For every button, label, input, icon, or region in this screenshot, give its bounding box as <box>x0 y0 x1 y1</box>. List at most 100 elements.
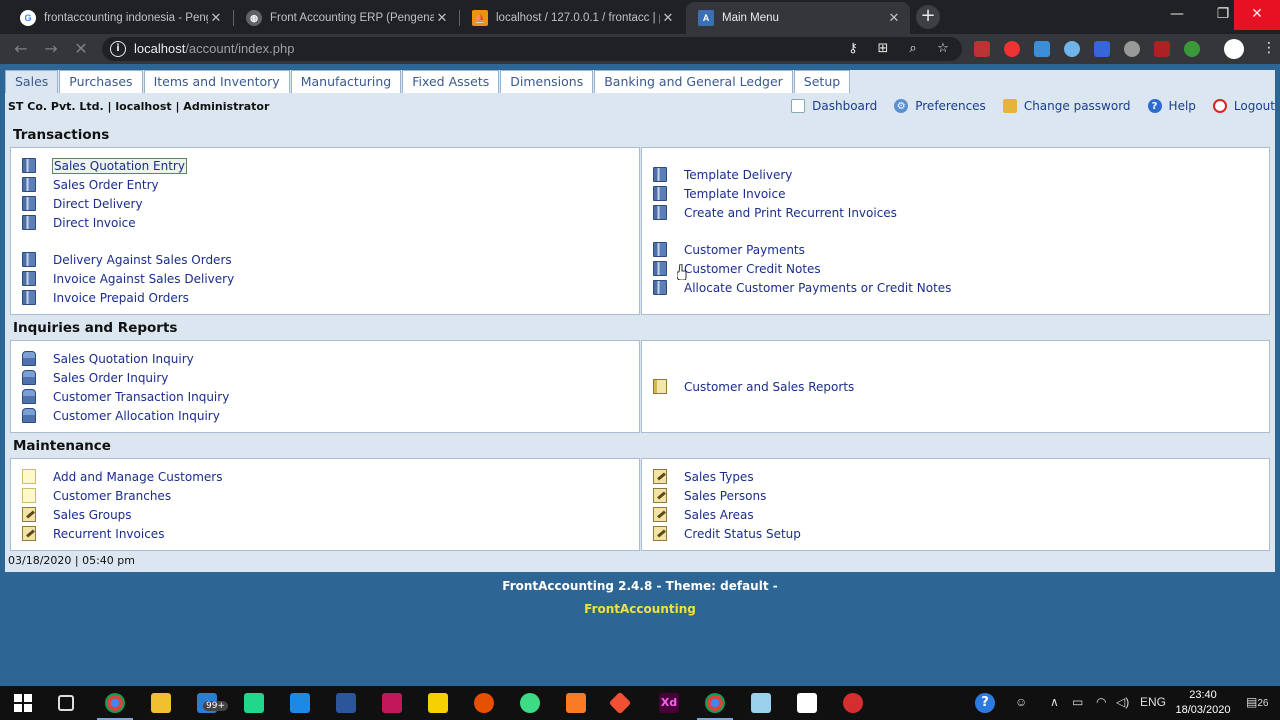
menu-tab-fixed-assets[interactable]: Fixed Assets <box>402 70 500 93</box>
info-icon[interactable]: i <box>110 41 126 57</box>
shield-icon[interactable] <box>797 693 817 713</box>
link-sales-persons[interactable]: Sales Persons <box>653 488 766 503</box>
reload-icon[interactable]: ✕ <box>70 39 92 61</box>
document-icon <box>653 280 667 295</box>
logout-link[interactable]: Logout <box>1212 99 1275 113</box>
browser-tab-1[interactable]: G frontaccounting indonesia - Peng ✕ <box>8 2 232 34</box>
link-invoice-against-sales-delivery[interactable]: Invoice Against Sales Delivery <box>22 271 234 286</box>
key-icon[interactable]: ⚷ <box>845 41 861 57</box>
browser-tab-2[interactable]: ◍ Front Accounting ERP (Pengenala ✕ <box>234 2 458 34</box>
link-template-invoice[interactable]: Template Invoice <box>653 186 785 201</box>
vscode-icon[interactable] <box>290 693 310 713</box>
link-delivery-against-sales-orders[interactable]: Delivery Against Sales Orders <box>22 252 232 267</box>
record-icon[interactable] <box>843 693 863 713</box>
windows-start-icon[interactable] <box>13 693 33 713</box>
eyedropper-extension-icon[interactable] <box>1034 41 1050 57</box>
language-indicator[interactable]: ENG <box>1140 695 1166 709</box>
pycharm-icon[interactable] <box>244 693 264 713</box>
help-link[interactable]: ? Help <box>1147 99 1196 113</box>
android-studio-icon[interactable] <box>520 693 540 713</box>
task-view-icon[interactable] <box>58 695 74 711</box>
link-sales-order-inquiry[interactable]: Sales Order Inquiry <box>22 370 168 385</box>
wifi-icon[interactable]: ◠ <box>1096 695 1106 709</box>
git-icon[interactable] <box>608 691 632 715</box>
link-create-print-recurrent-invoices[interactable]: Create and Print Recurrent Invoices <box>653 205 897 220</box>
link-sales-types[interactable]: Sales Types <box>653 469 754 484</box>
people-icon[interactable]: ☺ <box>1015 695 1027 709</box>
zoom-icon[interactable]: ⌕ <box>905 41 921 57</box>
intellij-icon[interactable] <box>382 693 402 713</box>
close-tab-icon[interactable]: ✕ <box>660 10 676 26</box>
link-template-delivery[interactable]: Template Delivery <box>653 167 792 182</box>
link-sales-groups[interactable]: Sales Groups <box>22 507 132 522</box>
menu-tab-items-inventory[interactable]: Items and Inventory <box>143 70 290 93</box>
link-allocate-customer-payments[interactable]: Allocate Customer Payments or Credit Not… <box>653 280 951 295</box>
browser-tab-3[interactable]: ⛵ localhost / 127.0.0.1 / frontacc | p ✕ <box>460 2 684 34</box>
chrome-menu-icon[interactable]: ⋮ <box>1262 41 1278 57</box>
link-sales-quotation-entry[interactable]: Sales Quotation Entry <box>22 157 187 174</box>
close-tab-icon[interactable]: ✕ <box>208 10 224 26</box>
link-add-manage-customers[interactable]: Add and Manage Customers <box>22 469 222 484</box>
minimize-button[interactable]: — <box>1154 0 1200 30</box>
footer-link[interactable]: FrontAccounting <box>0 602 1280 616</box>
chrome-active-taskbar-icon[interactable] <box>697 693 733 720</box>
menu-tab-dimensions[interactable]: Dimensions <box>500 70 594 93</box>
link-sales-areas[interactable]: Sales Areas <box>653 507 754 522</box>
link-customer-branches[interactable]: Customer Branches <box>22 488 171 503</box>
link-customer-sales-reports[interactable]: Customer and Sales Reports <box>653 379 854 394</box>
bookmark-star-icon[interactable]: ☆ <box>935 41 951 57</box>
menu-tab-manufacturing[interactable]: Manufacturing <box>290 70 402 93</box>
link-invoice-prepaid-orders[interactable]: Invoice Prepaid Orders <box>22 290 189 305</box>
link-direct-delivery[interactable]: Direct Delivery <box>22 196 143 211</box>
close-tab-icon[interactable]: ✕ <box>886 10 902 26</box>
back-icon[interactable]: ← <box>10 39 32 61</box>
link-customer-payments[interactable]: Customer Payments <box>653 242 805 257</box>
sticky-notes-icon[interactable] <box>428 693 448 713</box>
menu-tab-setup[interactable]: Setup <box>793 70 851 93</box>
settings-extension-icon[interactable] <box>1124 41 1140 57</box>
battery-icon[interactable]: ▭ <box>1072 695 1083 709</box>
xampp-icon[interactable] <box>566 693 586 713</box>
translate-icon[interactable]: ⊞ <box>875 41 891 57</box>
close-window-button[interactable]: ✕ <box>1234 0 1280 30</box>
link-credit-status-setup[interactable]: Credit Status Setup <box>653 526 801 541</box>
menu-tab-purchases[interactable]: Purchases <box>59 70 143 93</box>
link-sales-order-entry[interactable]: Sales Order Entry <box>22 177 159 192</box>
puzzle-extension-icon[interactable] <box>1154 41 1170 57</box>
logout-label: Logout <box>1233 99 1275 113</box>
preferences-link[interactable]: ⚙ Preferences <box>894 99 986 113</box>
volume-icon[interactable]: ◁) <box>1116 695 1129 709</box>
close-tab-icon[interactable]: ✕ <box>434 10 450 26</box>
help-tray-icon[interactable]: ? <box>975 693 995 713</box>
link-recurrent-invoices[interactable]: Recurrent Invoices <box>22 526 164 541</box>
link-customer-allocation-inquiry[interactable]: Customer Allocation Inquiry <box>22 408 220 423</box>
tray-chevron-icon[interactable]: ∧ <box>1050 695 1059 709</box>
url-input[interactable]: i localhost/account/index.php ⚷ ⊞ ⌕ ☆ <box>102 37 962 61</box>
link-customer-transaction-inquiry[interactable]: Customer Transaction Inquiry <box>22 389 229 404</box>
notepad-icon[interactable] <box>751 693 771 713</box>
link-sales-quotation-inquiry[interactable]: Sales Quotation Inquiry <box>22 351 194 366</box>
forward-icon[interactable]: → <box>40 39 62 61</box>
app-icon[interactable] <box>474 693 494 713</box>
change-password-link[interactable]: Change password <box>1002 99 1131 113</box>
react-extension-icon[interactable] <box>1064 41 1080 57</box>
link-label: Delivery Against Sales Orders <box>53 252 232 267</box>
d-extension-icon[interactable] <box>1094 41 1110 57</box>
notification-icon[interactable]: ▤26 <box>1246 695 1268 709</box>
clock[interactable]: 23:40 18/03/2020 <box>1168 688 1238 718</box>
menu-tab-banking-gl[interactable]: Banking and General Ledger <box>594 70 793 93</box>
word-icon[interactable] <box>336 693 356 713</box>
pdf-extension-icon[interactable] <box>974 41 990 57</box>
profile-avatar[interactable] <box>1224 39 1244 59</box>
document-icon <box>22 271 36 286</box>
file-explorer-icon[interactable] <box>151 693 171 713</box>
chrome-taskbar-icon[interactable] <box>97 693 133 720</box>
browser-tab-4-active[interactable]: A Main Menu ✕ <box>686 2 910 34</box>
link-direct-invoice[interactable]: Direct Invoice <box>22 215 136 230</box>
dashboard-link[interactable]: Dashboard <box>791 99 877 113</box>
new-tab-button[interactable]: + <box>916 5 940 29</box>
adblock-extension-icon[interactable] <box>1004 41 1020 57</box>
adobe-xd-icon[interactable]: Xd <box>659 693 679 713</box>
menu-tab-sales[interactable]: Sales <box>5 70 59 93</box>
globe-extension-icon[interactable] <box>1184 41 1200 57</box>
